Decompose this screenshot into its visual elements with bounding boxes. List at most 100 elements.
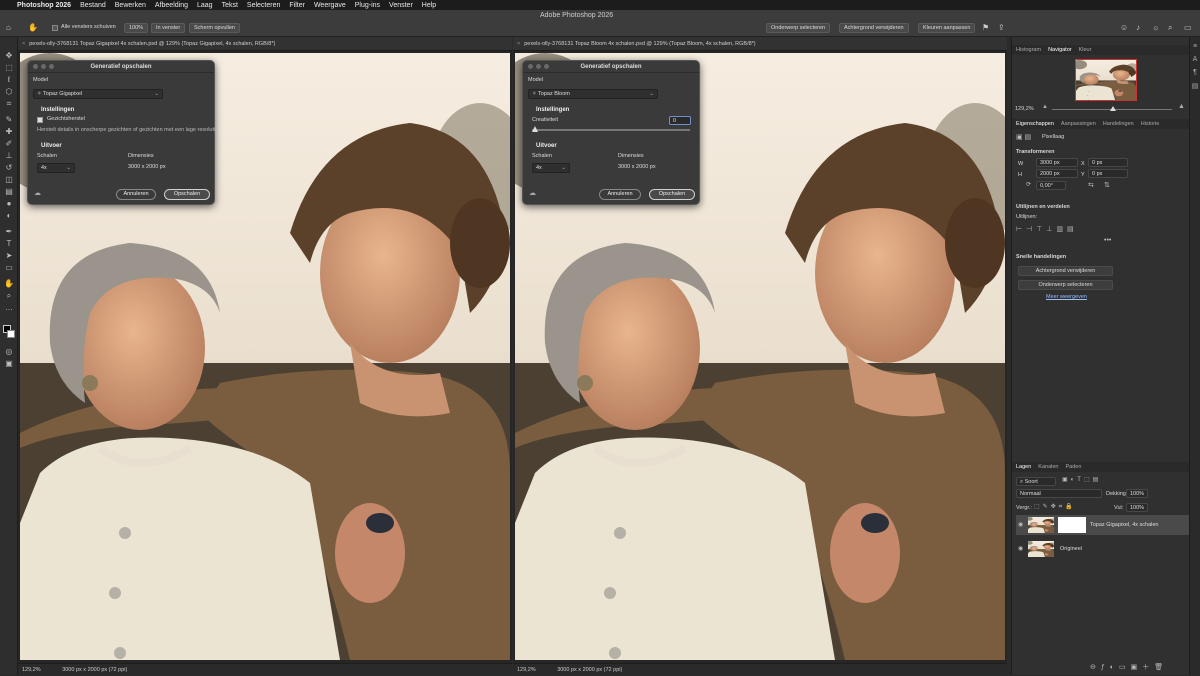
cancel-button[interactable]: Annuleren [599, 189, 641, 200]
menu-image[interactable]: Afbeelding [155, 2, 188, 9]
document-tab-right[interactable]: × pexels-olly-3768131 Topaz Bloom 4x scha… [513, 37, 1007, 51]
navigator-zoom-thumb[interactable] [1110, 106, 1116, 111]
brush-tool-icon[interactable]: ✐ [3, 139, 15, 149]
remove-background-button[interactable]: Achtergrond verwijderen [839, 23, 909, 33]
model-select[interactable]: ✧ Topaz Gigapixel ⌄ [33, 89, 163, 99]
rectangle-tool-icon[interactable]: ▭ [3, 263, 15, 273]
marquee-tool-icon[interactable]: ⬚ [3, 63, 15, 73]
object-select-tool-icon[interactable]: ⬡ [3, 87, 15, 97]
menu-filter[interactable]: Filter [289, 2, 305, 9]
x-input[interactable]: 0 px [1088, 158, 1128, 167]
lock-icons[interactable]: ⬚✎✥⌗🔒 [1034, 503, 1076, 511]
quick-actions-heading[interactable]: Snelle handelingen [1016, 254, 1066, 260]
move-tool-icon[interactable]: ✥ [3, 51, 15, 61]
menu-layer[interactable]: Laag [197, 2, 213, 9]
y-input[interactable]: 0 px [1088, 169, 1128, 178]
flip-vertical-icon[interactable]: ⇅ [1104, 181, 1110, 189]
clone-stamp-tool-icon[interactable]: ⊥ [3, 151, 15, 161]
model-select[interactable]: ✧ Topaz Bloom ⌄ [528, 89, 658, 99]
tab-histogram[interactable]: Histogram [1016, 45, 1041, 55]
share-icon[interactable]: ⇪ [998, 23, 1005, 32]
adjust-colors-button[interactable]: Kleuren aanpassen [918, 23, 976, 33]
creativity-slider-thumb[interactable] [532, 126, 538, 132]
character-panel-icon[interactable]: A [1190, 56, 1200, 63]
quick-mask-icon[interactable]: ◎ [3, 347, 15, 357]
align-icons[interactable]: ⊢⊣⊤⊥▥▤ [1016, 225, 1078, 233]
zoom-tool-icon[interactable]: ⌕ [3, 291, 15, 301]
upscale-button[interactable]: Opschalen [649, 189, 695, 200]
show-more-link[interactable]: Meer weergeven [1046, 294, 1087, 300]
fill-screen-button[interactable]: Scherm opvullen [189, 23, 240, 33]
layer-name[interactable]: Topaz Gigapixel, 4x schalen [1090, 515, 1158, 535]
width-input[interactable]: 3000 px [1036, 158, 1078, 167]
document-tab-left[interactable]: × pexels-olly-3768131 Topaz Gigapixel 4x … [18, 37, 512, 51]
libraries-panel-icon[interactable]: ▤ [1190, 82, 1200, 90]
zoom-level[interactable]: 129,2% [517, 667, 536, 673]
zoom-level[interactable]: 129,2% [22, 667, 41, 673]
paragraph-panel-icon[interactable]: ¶ [1190, 69, 1200, 76]
gradient-tool-icon[interactable]: ▤ [3, 187, 15, 197]
layer-filter-select[interactable]: ⌕ Soort [1016, 477, 1056, 486]
tab-paths[interactable]: Paden [1065, 462, 1081, 472]
people-icon[interactable]: ☺ [1120, 23, 1128, 32]
lasso-tool-icon[interactable]: ℓ [3, 75, 15, 85]
tab-channels[interactable]: Kanalen [1038, 462, 1058, 472]
transform-heading[interactable]: Transformeren [1016, 149, 1055, 155]
menu-type[interactable]: Tekst [222, 2, 238, 9]
layer-mask-thumbnail[interactable] [1058, 517, 1086, 533]
navigator-zoom[interactable]: 129,2% [1015, 106, 1034, 112]
tab-history[interactable]: Historie [1141, 119, 1160, 129]
filter-icons[interactable]: ▣◐T⬚▤ [1062, 476, 1101, 483]
quick-select-subject-button[interactable]: Onderwerp selecteren [1018, 280, 1113, 290]
menu-plugins[interactable]: Plug-ins [355, 2, 380, 9]
cancel-button[interactable]: Annuleren [116, 189, 156, 200]
flag-icon[interactable]: ⚑ [982, 23, 989, 32]
menu-help[interactable]: Help [422, 2, 436, 9]
scroll-all-checkbox[interactable] [52, 25, 58, 31]
history-brush-tool-icon[interactable]: ↺ [3, 163, 15, 173]
tab-properties[interactable]: Eigenschappen [1016, 119, 1054, 129]
menu-file[interactable]: Bestand [80, 2, 106, 9]
eraser-tool-icon[interactable]: ◫ [3, 175, 15, 185]
home-icon[interactable]: ⌂ [6, 23, 11, 32]
window-controls[interactable] [33, 64, 54, 69]
select-subject-button[interactable]: Onderwerp selecteren [766, 23, 831, 33]
menu-window[interactable]: Venster [389, 2, 413, 9]
creativity-slider[interactable] [532, 129, 690, 131]
menu-view[interactable]: Weergave [314, 2, 346, 9]
scale-select[interactable]: 4x ⌄ [532, 163, 570, 173]
bell-icon[interactable]: ♪ [1136, 23, 1140, 32]
window-controls[interactable] [528, 64, 549, 69]
zoom-in-icon[interactable]: ▲ [1178, 103, 1185, 110]
close-tab-icon[interactable]: × [517, 41, 520, 47]
align-heading[interactable]: Uitlijnen en verdelen [1016, 204, 1070, 210]
workspace-icon[interactable]: ▭ [1184, 23, 1192, 32]
menu-edit[interactable]: Bewerken [115, 2, 146, 9]
angle-input[interactable]: 0,00° [1036, 181, 1066, 190]
tab-layers[interactable]: Lagen [1016, 462, 1031, 472]
path-select-tool-icon[interactable]: ➤ [3, 251, 15, 261]
hand-tool-icon[interactable]: ✋ [3, 279, 15, 289]
flip-horizontal-icon[interactable]: ⇆ [1088, 181, 1094, 189]
close-tab-icon[interactable]: × [22, 41, 25, 47]
crop-tool-icon[interactable]: ⌗ [3, 99, 15, 109]
fill-input[interactable]: 100% [1126, 503, 1148, 512]
zoom-out-icon[interactable]: ▲ [1042, 104, 1048, 110]
blur-tool-icon[interactable]: ● [3, 199, 15, 209]
eye-icon[interactable]: ◉ [1018, 539, 1023, 559]
screen-mode-icon[interactable]: ▣ [3, 359, 15, 369]
background-color-swatch[interactable] [7, 330, 15, 338]
tab-adjustments[interactable]: Aanpassingen [1061, 119, 1096, 129]
quick-remove-background-button[interactable]: Achtergrond verwijderen [1018, 266, 1113, 276]
menu-app[interactable]: Photoshop 2026 [17, 2, 71, 9]
tab-actions[interactable]: Handelingen [1103, 119, 1134, 129]
scale-select[interactable]: 4x ⌄ [37, 163, 75, 173]
eye-icon[interactable]: ◉ [1018, 515, 1023, 535]
blend-mode-select[interactable]: Normaal [1016, 489, 1102, 498]
lightbulb-icon[interactable]: ☼ [1152, 23, 1159, 32]
eyedropper-tool-icon[interactable]: ✎ [3, 115, 15, 125]
layer-footer-icons[interactable]: ⊖ƒ◐▭▣＋🗑 [1090, 662, 1168, 672]
zoom-100-button[interactable]: 100% [124, 23, 149, 33]
menu-select[interactable]: Selecteren [247, 2, 280, 9]
more-options-icon[interactable]: ••• [1104, 237, 1111, 244]
